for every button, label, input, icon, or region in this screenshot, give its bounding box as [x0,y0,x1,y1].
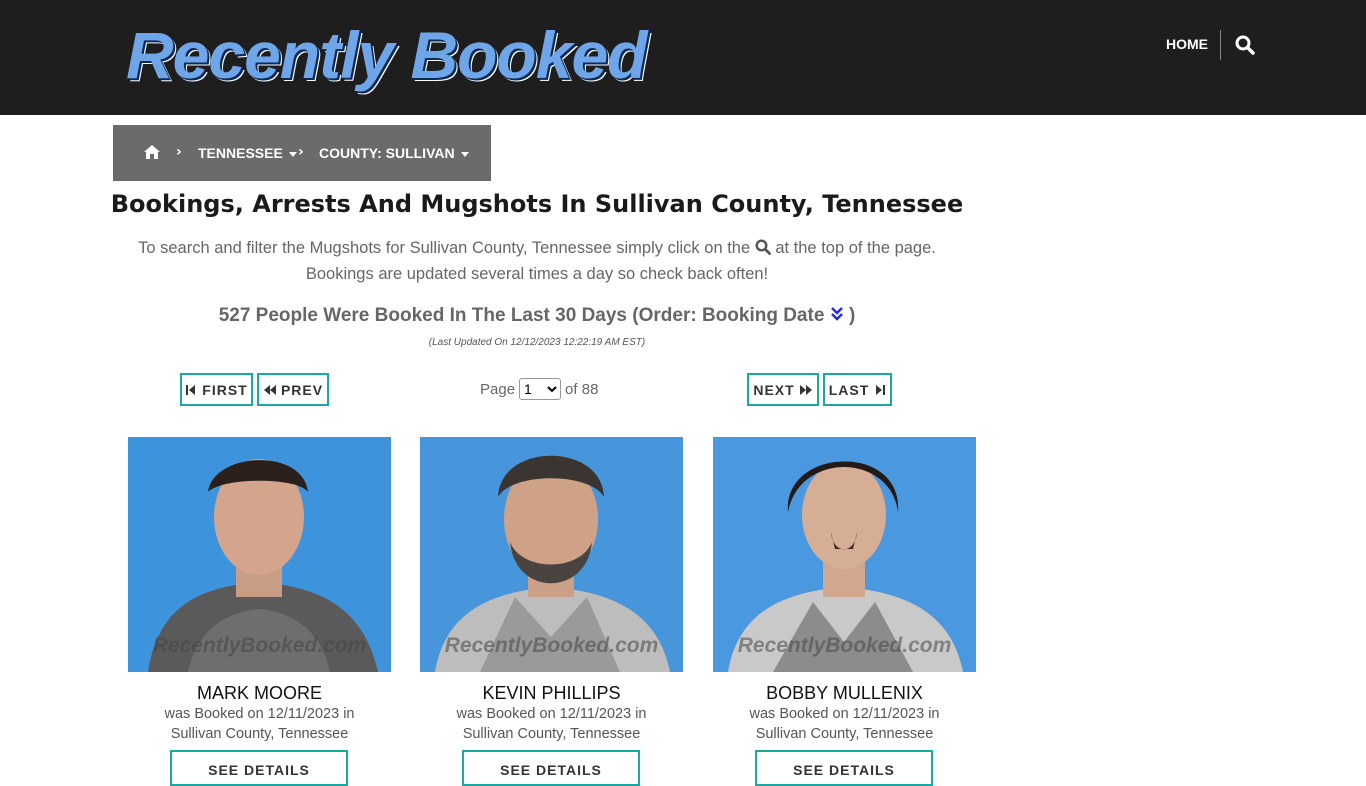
booking-info-line1: was Booked on 12/11/2023 in [749,706,940,722]
site-logo[interactable]: Recently Booked [126,18,647,92]
first-page-label: FIRST [202,381,248,398]
intro-text-post: at the top of the page. [775,239,936,257]
forward-icon [799,384,812,395]
last-page-label: LAST [828,381,870,398]
site-header: Recently Booked HOME [0,0,1366,115]
search-icon[interactable] [1235,35,1255,55]
sort-down-icon[interactable] [830,305,849,326]
first-page-button[interactable]: FIRST [180,373,253,406]
booking-info-line2: Sullivan County, Tennessee [462,726,641,742]
last-page-button[interactable]: LAST [823,373,892,406]
nav-divider [1220,30,1221,60]
backward-icon [263,384,276,395]
page-selector: Page 1 of 88 [480,377,598,401]
caret-down-icon [288,151,297,157]
person-name[interactable]: MARK MOORE [128,683,391,704]
last-updated: (Last Updated On 12/12/2023 12:22:19 AM … [428,337,646,348]
logo-text: Recently Booked [126,18,647,92]
caret-down-icon [460,151,469,157]
booking-count-text: 527 People Were Booked In The Last 30 Da… [218,305,825,326]
search-icon [755,239,771,255]
see-details-button[interactable]: SEE DETAILS [462,750,640,786]
person-name[interactable]: KEVIN PHILLIPS [420,683,683,704]
mugshot-card[interactable]: RecentlyBooked.com KEVIN PHILLIPS was Bo… [420,437,683,786]
page-label: Page [480,380,516,398]
intro-line-1: To search and filter the Mugshots for Su… [0,239,1074,258]
photo-watermark: RecentlyBooked.com [152,634,367,657]
next-page-label: NEXT [753,381,795,398]
page-total: of 88 [565,380,599,398]
home-icon[interactable] [143,144,161,160]
intro-line-2: Bookings are updated several times a day… [305,265,769,283]
photo-watermark: RecentlyBooked.com [444,634,659,657]
mugshot-photo[interactable]: RecentlyBooked.com [128,437,391,672]
nav-home-link[interactable]: HOME [1166,36,1208,52]
first-page-icon [186,384,196,395]
booking-info-line2: Sullivan County, Tennessee [755,726,934,742]
mugshot-photo[interactable]: RecentlyBooked.com [420,437,683,672]
intro-text-pre: To search and filter the Mugshots for Su… [138,239,751,257]
page-select[interactable]: 1 [519,378,562,400]
chevron-right-icon: › [176,144,182,160]
booking-info-line2: Sullivan County, Tennessee [170,726,349,742]
breadcrumb-county-dropdown[interactable]: COUNTY: SULLIVAN [319,145,469,161]
mugshot-card[interactable]: RecentlyBooked.com BOBBY MULLENIX was Bo… [713,437,976,786]
booking-info-line1: was Booked on 12/11/2023 in [456,706,647,722]
breadcrumb-state-label: TENNESSEE [198,145,283,161]
person-name[interactable]: BOBBY MULLENIX [713,683,976,704]
booking-info-line1: was Booked on 12/11/2023 in [164,706,355,722]
mugshot-photo[interactable]: RecentlyBooked.com [713,437,976,672]
prev-page-button[interactable]: PREV [257,373,329,406]
breadcrumb-state-dropdown[interactable]: TENNESSEE [198,145,297,161]
photo-watermark: RecentlyBooked.com [737,634,952,657]
next-page-button[interactable]: NEXT [747,373,819,406]
last-page-icon [876,384,886,395]
mugshot-card[interactable]: RecentlyBooked.com MARK MOORE was Booked… [128,437,391,786]
breadcrumb: › TENNESSEE › COUNTY: SULLIVAN [113,125,491,181]
see-details-button[interactable]: SEE DETAILS [755,750,933,786]
booking-count: 527 People Were Booked In The Last 30 Da… [0,305,1074,327]
prev-page-label: PREV [280,381,324,398]
booking-count-close: ) [848,305,856,326]
see-details-button[interactable]: SEE DETAILS [170,750,348,786]
page-title: Bookings, Arrests And Mugshots In Sulliv… [110,190,964,218]
chevron-right-icon: › [298,144,304,160]
breadcrumb-county-label: COUNTY: SULLIVAN [319,145,455,161]
